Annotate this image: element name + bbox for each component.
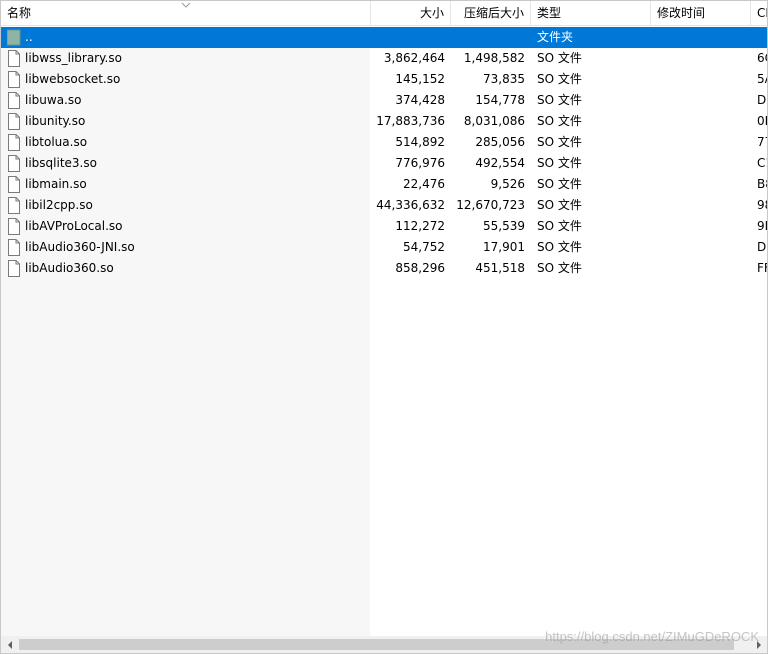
file-icon bbox=[7, 92, 21, 109]
file-icon bbox=[7, 50, 21, 67]
column-header-bar: 名称 大小 压缩后大小 类型 修改时间 CI bbox=[1, 1, 767, 26]
file-type: SO 文件 bbox=[537, 240, 582, 254]
file-crc: D bbox=[757, 93, 767, 107]
file-icon bbox=[7, 71, 21, 88]
file-type: SO 文件 bbox=[537, 93, 582, 107]
column-header-name-label: 名称 bbox=[7, 6, 32, 20]
file-row[interactable]: libmain.so 22,476 9,526 SO 文件 B8 bbox=[1, 174, 767, 195]
file-crc: FF bbox=[757, 261, 767, 275]
file-crc: D. bbox=[757, 240, 767, 254]
file-type: SO 文件 bbox=[537, 177, 582, 191]
column-header-name[interactable]: 名称 bbox=[1, 1, 371, 26]
file-size: 22,476 bbox=[403, 177, 445, 191]
file-name: libsqlite3.so bbox=[25, 156, 97, 170]
file-size: 112,272 bbox=[395, 219, 445, 233]
file-row[interactable]: libwebsocket.so 145,152 73,835 SO 文件 5A bbox=[1, 69, 767, 90]
column-header-size-label: 大小 bbox=[419, 6, 444, 20]
file-row[interactable]: libil2cpp.so 44,336,632 12,670,723 SO 文件 98 bbox=[1, 195, 767, 216]
file-icon bbox=[7, 239, 21, 256]
file-size: 17,883,736 bbox=[376, 114, 445, 128]
parent-folder-name: .. bbox=[25, 30, 33, 44]
file-type: SO 文件 bbox=[537, 51, 582, 65]
file-size: 3,862,464 bbox=[383, 51, 445, 65]
file-row[interactable]: libtolua.so 514,892 285,056 SO 文件 77 bbox=[1, 132, 767, 153]
file-icon bbox=[7, 155, 21, 172]
parent-folder-icon bbox=[7, 29, 21, 46]
parent-folder-type: 文件夹 bbox=[537, 30, 574, 44]
file-name: libAudio360.so bbox=[25, 261, 114, 275]
file-compressed-size: 73,835 bbox=[483, 72, 525, 86]
column-header-crc[interactable]: CI bbox=[751, 1, 768, 26]
file-row[interactable]: libAudio360-JNI.so 54,752 17,901 SO 文件 D. bbox=[1, 237, 767, 258]
watermark-text: https://blog.csdn.net/ZIMuGDeROCK bbox=[545, 629, 759, 644]
file-compressed-size: 285,056 bbox=[475, 135, 525, 149]
column-header-crc-label: CI bbox=[757, 6, 768, 20]
file-size: 145,152 bbox=[395, 72, 445, 86]
file-name: libil2cpp.so bbox=[25, 198, 93, 212]
column-header-compressed-label: 压缩后大小 bbox=[463, 6, 524, 20]
parent-folder-row[interactable]: .. 文件夹 bbox=[1, 27, 767, 48]
file-type: SO 文件 bbox=[537, 156, 582, 170]
file-type: SO 文件 bbox=[537, 135, 582, 149]
file-name: libwss_library.so bbox=[25, 51, 122, 65]
file-compressed-size: 8,031,086 bbox=[463, 114, 525, 128]
file-crc: 77 bbox=[757, 135, 767, 149]
file-compressed-size: 154,778 bbox=[475, 93, 525, 107]
file-icon bbox=[7, 260, 21, 277]
file-type: SO 文件 bbox=[537, 114, 582, 128]
file-compressed-size: 451,518 bbox=[475, 261, 525, 275]
file-icon bbox=[7, 134, 21, 151]
file-compressed-size: 12,670,723 bbox=[456, 198, 525, 212]
file-compressed-size: 1,498,582 bbox=[463, 51, 525, 65]
file-crc: 9E bbox=[757, 219, 767, 233]
file-crc: 0E bbox=[757, 114, 767, 128]
file-type: SO 文件 bbox=[537, 198, 582, 212]
scroll-left-arrow-icon[interactable] bbox=[1, 636, 18, 653]
file-name: libunity.so bbox=[25, 114, 86, 128]
column-header-type-label: 类型 bbox=[537, 6, 562, 20]
file-row[interactable]: libAVProLocal.so 112,272 55,539 SO 文件 9E bbox=[1, 216, 767, 237]
file-type: SO 文件 bbox=[537, 72, 582, 86]
file-crc: 5A bbox=[757, 72, 767, 86]
column-header-size[interactable]: 大小 bbox=[371, 1, 451, 26]
file-crc: C1 bbox=[757, 156, 767, 170]
file-crc: 6C bbox=[757, 51, 767, 65]
file-row[interactable]: libsqlite3.so 776,976 492,554 SO 文件 C1 bbox=[1, 153, 767, 174]
file-icon bbox=[7, 113, 21, 130]
file-rows: .. 文件夹 libwss_library.so 3,862,464 1,498,5… bbox=[1, 27, 767, 279]
file-icon bbox=[7, 218, 21, 235]
file-name: libuwa.so bbox=[25, 93, 82, 107]
file-type: SO 文件 bbox=[537, 261, 582, 275]
column-header-type[interactable]: 类型 bbox=[531, 1, 651, 26]
file-row[interactable]: libwss_library.so 3,862,464 1,498,582 SO 文件… bbox=[1, 48, 767, 69]
file-name: libtolua.so bbox=[25, 135, 88, 149]
file-size: 374,428 bbox=[395, 93, 445, 107]
column-header-compressed[interactable]: 压缩后大小 bbox=[451, 1, 531, 26]
file-size: 776,976 bbox=[395, 156, 445, 170]
file-row[interactable]: libAudio360.so 858,296 451,518 SO 文件 FF bbox=[1, 258, 767, 279]
file-compressed-size: 492,554 bbox=[475, 156, 525, 170]
file-crc: B8 bbox=[757, 177, 767, 191]
file-crc: 98 bbox=[757, 198, 767, 212]
file-size: 858,296 bbox=[395, 261, 445, 275]
archive-file-list: 名称 大小 压缩后大小 类型 修改时间 CI .. 文件夹 libwss_lib… bbox=[0, 0, 768, 654]
file-name: libAVProLocal.so bbox=[25, 219, 123, 233]
column-header-modified[interactable]: 修改时间 bbox=[651, 1, 751, 26]
file-name: libAudio360-JNI.so bbox=[25, 240, 135, 254]
file-compressed-size: 9,526 bbox=[490, 177, 525, 191]
sort-descending-icon bbox=[181, 2, 191, 8]
file-row[interactable]: libuwa.so 374,428 154,778 SO 文件 D bbox=[1, 90, 767, 111]
file-name: libwebsocket.so bbox=[25, 72, 121, 86]
file-size: 54,752 bbox=[403, 240, 445, 254]
file-compressed-size: 55,539 bbox=[483, 219, 525, 233]
file-icon bbox=[7, 197, 21, 214]
file-compressed-size: 17,901 bbox=[483, 240, 525, 254]
file-icon bbox=[7, 176, 21, 193]
file-row[interactable]: libunity.so 17,883,736 8,031,086 SO 文件 0E bbox=[1, 111, 767, 132]
file-size: 514,892 bbox=[395, 135, 445, 149]
column-header-modified-label: 修改时间 bbox=[657, 6, 706, 20]
file-name: libmain.so bbox=[25, 177, 87, 191]
file-size: 44,336,632 bbox=[376, 198, 445, 212]
file-type: SO 文件 bbox=[537, 219, 582, 233]
